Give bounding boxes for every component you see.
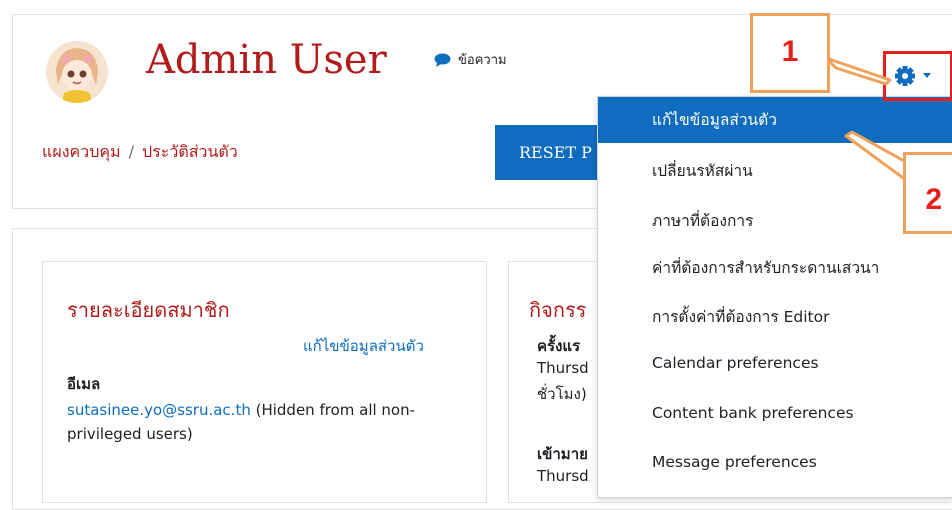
callout-step-2: 2 [903,152,952,234]
callout-step-1: 1 [750,13,830,93]
